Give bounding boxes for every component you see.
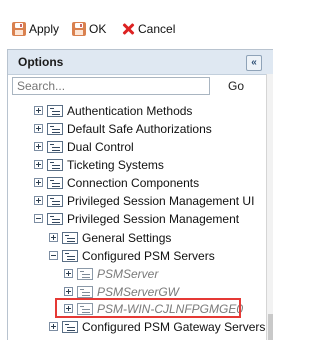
list-node-icon xyxy=(47,104,63,117)
tree-item-label: Privileged Session Management xyxy=(67,211,240,226)
tree-item-label: General Settings xyxy=(82,230,172,245)
list-node-icon xyxy=(62,231,78,244)
tree-item-label: Ticketing Systems xyxy=(67,157,164,172)
options-tree: Authentication Methods Default Safe Auth… xyxy=(0,0,272,339)
expand-icon[interactable] xyxy=(49,322,58,331)
expand-icon[interactable] xyxy=(64,269,73,278)
collapse-icon[interactable] xyxy=(34,214,43,223)
tree-item-ticketing-systems[interactable]: Ticketing Systems xyxy=(34,156,164,173)
tree-item-label: PSMServer xyxy=(97,266,159,281)
tree-item-connection-components[interactable]: Connection Components xyxy=(34,174,199,191)
list-node-icon xyxy=(47,194,63,207)
tree-item-label: Configured PSM Gateway Servers xyxy=(82,319,266,334)
tree-item-configured-psm-gateway-servers[interactable]: Configured PSM Gateway Servers xyxy=(49,318,265,335)
tree-item-label: Connection Components xyxy=(67,175,200,190)
tree-item-psm[interactable]: Privileged Session Management xyxy=(34,210,239,227)
list-node-icon xyxy=(47,212,63,225)
expand-icon[interactable] xyxy=(64,287,73,296)
tree-item-psm-ui[interactable]: Privileged Session Management UI xyxy=(34,192,254,209)
list-node-icon xyxy=(47,140,63,153)
collapse-icon[interactable] xyxy=(49,251,58,260)
tree-item-psmserver[interactable]: PSMServer xyxy=(64,265,158,282)
list-node-icon xyxy=(47,176,63,189)
expand-icon[interactable] xyxy=(34,142,43,151)
list-node-icon xyxy=(77,267,93,280)
expand-icon[interactable] xyxy=(34,196,43,205)
tree-item-authentication-methods[interactable]: Authentication Methods xyxy=(34,102,192,119)
list-node-icon xyxy=(62,320,78,333)
expand-icon[interactable] xyxy=(34,124,43,133)
tree-item-label: Default Safe Authorizations xyxy=(67,121,212,136)
tree-item-dual-control[interactable]: Dual Control xyxy=(34,138,134,155)
list-node-icon xyxy=(47,158,63,171)
highlight-box xyxy=(55,298,241,318)
tree-item-general-settings[interactable]: General Settings xyxy=(49,229,171,246)
tree-item-label: PSMServerGW xyxy=(97,284,180,299)
tree-item-default-safe-authorizations[interactable]: Default Safe Authorizations xyxy=(34,120,212,137)
tree-item-label: Privileged Session Management UI xyxy=(67,193,255,208)
tree-item-configured-psm-servers[interactable]: Configured PSM Servers xyxy=(49,247,215,264)
list-node-icon xyxy=(47,122,63,135)
expand-icon[interactable] xyxy=(34,160,43,169)
tree-item-label: Configured PSM Servers xyxy=(82,248,215,263)
expand-icon[interactable] xyxy=(49,233,58,242)
expand-icon[interactable] xyxy=(34,106,43,115)
tree-item-label: Dual Control xyxy=(67,139,134,154)
tree-item-label: Authentication Methods xyxy=(67,103,193,118)
list-node-icon xyxy=(77,285,93,298)
expand-icon[interactable] xyxy=(34,178,43,187)
list-node-icon xyxy=(62,249,78,262)
